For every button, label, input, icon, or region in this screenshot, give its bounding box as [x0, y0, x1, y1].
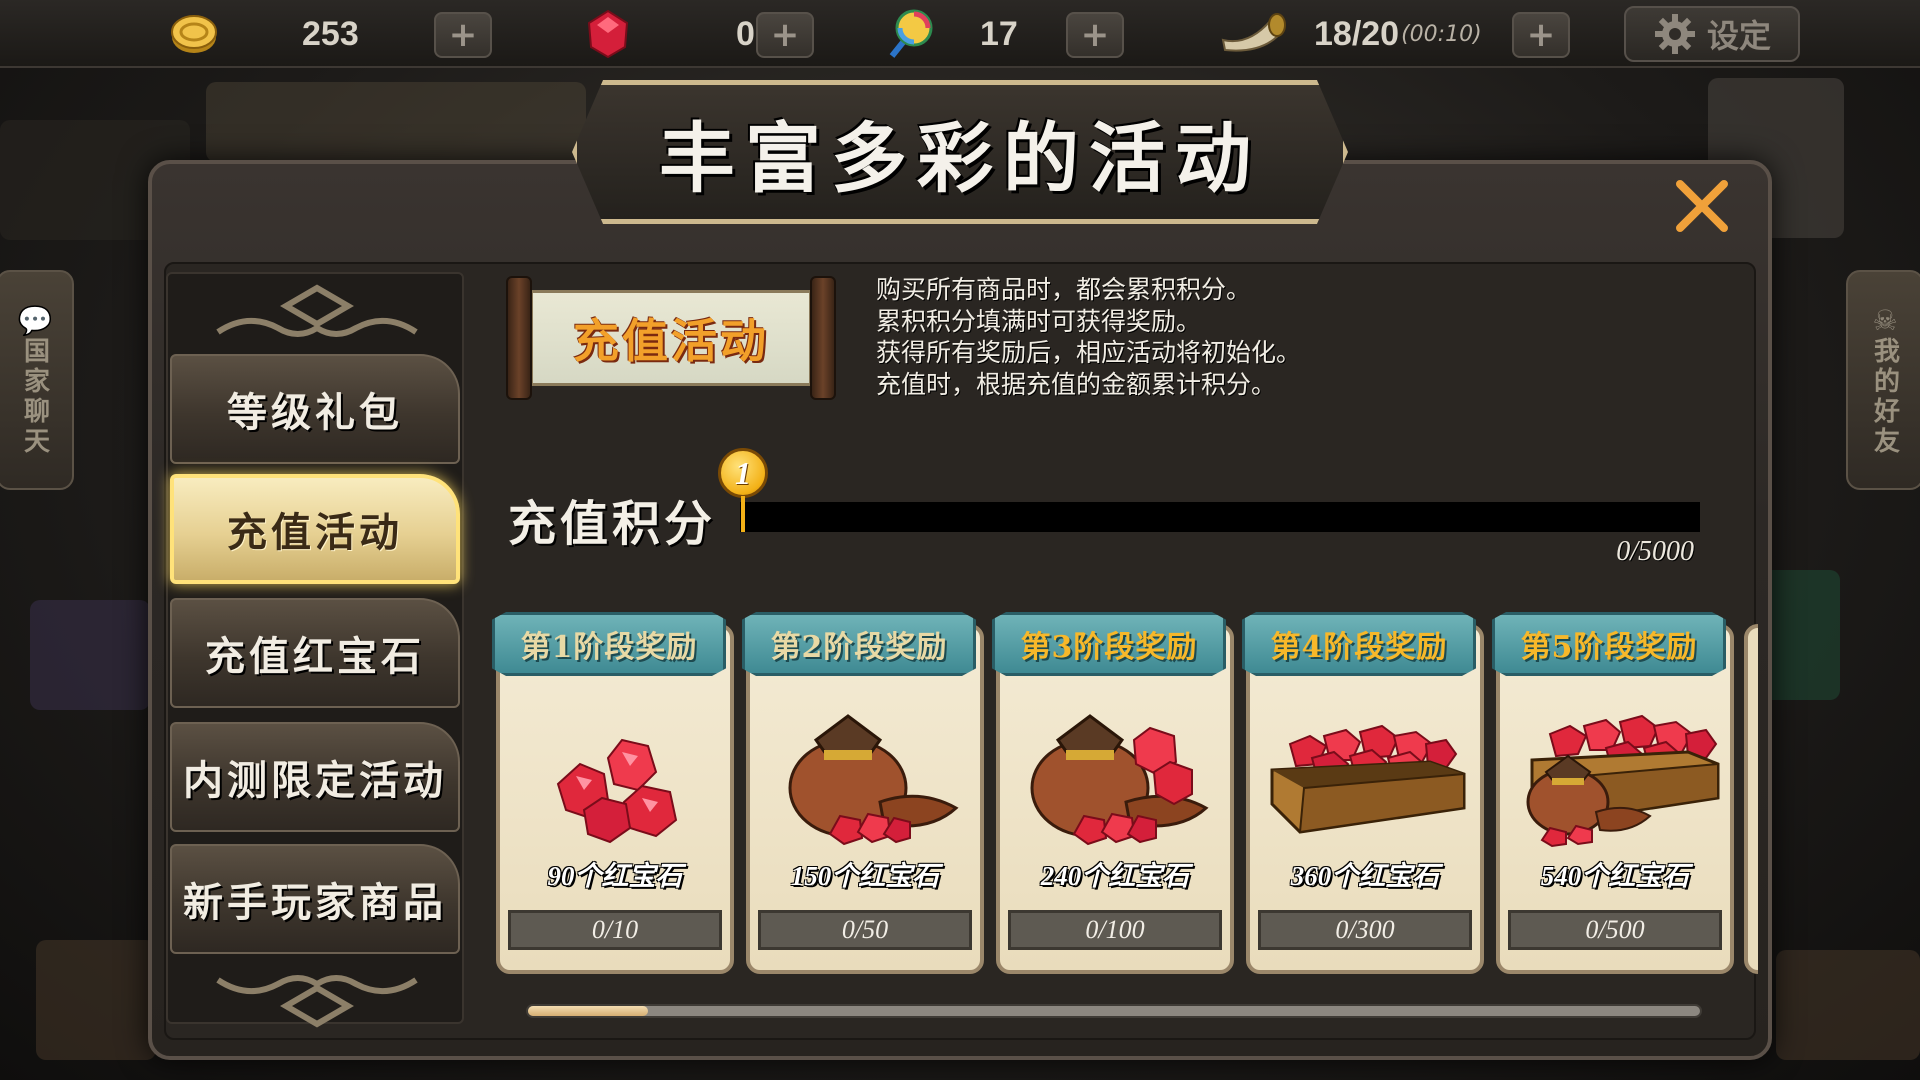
settings-button[interactable]: 设定 — [1624, 6, 1800, 62]
crate-sack-rubies-icon — [1526, 714, 1720, 848]
activity-nav: 等级礼包 充值活动 充值红宝石 内测限定活动 新手玩家商品 — [166, 272, 464, 1028]
country-chat-label: 国家聊天 — [19, 336, 50, 457]
rubies-pile-icon — [556, 738, 678, 844]
stage-banner: 第4阶段奖励 — [1242, 612, 1476, 676]
next-reward-card-partial[interactable] — [1744, 624, 1758, 974]
ruby-icon — [580, 9, 636, 59]
event-banner-scroll: 充值活动 — [506, 276, 836, 400]
description-line: 购买所有商品时，都会累积积分。 — [876, 275, 1252, 304]
ornament-bottom-icon — [216, 975, 418, 1028]
nav-item-recharge-ruby[interactable]: 充值红宝石 — [170, 598, 460, 708]
stage-banner: 第3阶段奖励 — [992, 612, 1226, 676]
reward-amount: 240个红宝石 — [1040, 861, 1190, 891]
stamina-amount: 18/20 — [1314, 14, 1400, 53]
reward-card[interactable]: 第5阶段奖励 540个红宝石 0/500 — [1492, 612, 1734, 974]
add-gold-button[interactable]: + — [434, 12, 492, 58]
gold-coin-icon — [166, 9, 222, 59]
skull-icon: ☠ — [1872, 303, 1898, 337]
marker-stem — [741, 496, 745, 532]
ornament-top-icon — [216, 284, 418, 337]
nav-item-recharge-event[interactable]: 充值活动 — [170, 474, 460, 584]
horn-icon — [1218, 9, 1292, 59]
reward-cards[interactable]: 第1阶段奖励 90个红宝石 0/10 第2阶段奖励 150个红宝石 0/50 第… — [492, 604, 1758, 976]
gear-icon — [1654, 14, 1695, 54]
stage-banner: 第1阶段奖励 — [492, 612, 726, 676]
stamina-resource: 18/20 (00:10) — [1218, 8, 1482, 60]
description-line: 充值时，根据充值的金额累计积分。 — [876, 369, 1277, 399]
points-marker: 1 — [718, 448, 768, 532]
gold-resource: 253 — [166, 8, 359, 60]
gold-amount: 253 — [302, 14, 359, 53]
close-button[interactable] — [1668, 172, 1736, 240]
marker-pin-icon: 1 — [718, 448, 768, 498]
event-banner-title: 充值活动 — [573, 314, 769, 368]
reward-amount: 360个红宝石 — [1290, 861, 1440, 891]
nav-item-beta-event[interactable]: 内测限定活动 — [170, 722, 460, 832]
points-progress-bar — [740, 502, 1700, 532]
reward-amount: 150个红宝石 — [790, 861, 940, 891]
event-description: 购买所有商品时，都会累积积分。 累积积分填满时可获得奖励。 获得所有奖励后，相应… — [876, 274, 1436, 400]
reward-card[interactable]: 第3阶段奖励 240个红宝石 0/100 — [992, 612, 1234, 974]
cards-scrollbar[interactable] — [526, 1004, 1702, 1018]
ruby-resource: 0 — [580, 8, 755, 60]
candy-amount: 17 — [980, 14, 1018, 53]
description-line: 获得所有奖励后，相应活动将初始化。 — [876, 338, 1302, 367]
right-green-panel[interactable] — [1760, 570, 1840, 700]
friends-label: 我的好友 — [1869, 336, 1900, 457]
candy-resource: 17 — [880, 8, 1018, 60]
stage-banner: 第5阶段奖励 — [1492, 612, 1726, 676]
mail-button[interactable] — [36, 940, 156, 1060]
reward-card[interactable]: 第1阶段奖励 90个红宝石 0/10 — [492, 612, 734, 974]
scroll-rod-left — [506, 276, 532, 400]
crate-rubies-icon — [1270, 724, 1466, 834]
reward-amount: 540个红宝石 — [1540, 861, 1690, 891]
nav-item-newbie-shop[interactable]: 新手玩家商品 — [170, 844, 460, 954]
scrollbar-thumb[interactable] — [528, 1006, 648, 1016]
lollipop-icon — [880, 9, 936, 59]
country-chat-tab[interactable]: 💬 国家聊天 — [0, 270, 74, 490]
chat-bubble-icon: 💬 — [17, 303, 53, 337]
sack-rubies-icon — [788, 714, 959, 846]
add-ruby-button[interactable]: + — [756, 12, 814, 58]
activity-button[interactable] — [30, 600, 150, 710]
reward-progress: 0/10 — [508, 910, 722, 950]
ruby-amount: 0 — [736, 14, 755, 53]
points-label: 充值积分 — [508, 496, 717, 552]
sack-rubies-more-icon — [1030, 714, 1209, 846]
event-thumbnails — [206, 82, 586, 162]
add-candy-button[interactable]: + — [1066, 12, 1124, 58]
add-stamina-button[interactable]: + — [1512, 12, 1570, 58]
points-count: 0/5000 — [1616, 536, 1694, 567]
reward-progress: 0/100 — [1008, 910, 1222, 950]
reward-card[interactable]: 第2阶段奖励 150个红宝石 0/50 — [742, 612, 984, 974]
description-line: 累积积分填满时可获得奖励。 — [876, 306, 1202, 336]
settings-label: 设定 — [1706, 17, 1771, 55]
reward-progress: 0/500 — [1508, 910, 1722, 950]
scroll-rod-right — [810, 276, 836, 400]
resource-bar: 253 + 0 + 17 + 18/20 (00:10) + 设定 — [0, 0, 1920, 68]
reward-progress: 0/300 — [1258, 910, 1472, 950]
reward-amount: 90个红宝石 — [547, 861, 683, 891]
arena-button[interactable] — [1776, 950, 1920, 1060]
reward-card[interactable]: 第4阶段奖励 360个红宝石 0/300 — [1242, 612, 1484, 974]
reward-progress: 0/50 — [758, 910, 972, 950]
friends-tab[interactable]: ☠ 我的好友 — [1846, 270, 1920, 490]
close-icon — [1676, 180, 1728, 232]
stamina-timer: (00:10) — [1401, 21, 1482, 47]
modal-title: 丰富多彩的活动 — [659, 114, 1261, 203]
nav-item-level-gift[interactable]: 等级礼包 — [170, 354, 460, 464]
stage-banner: 第2阶段奖励 — [742, 612, 976, 676]
